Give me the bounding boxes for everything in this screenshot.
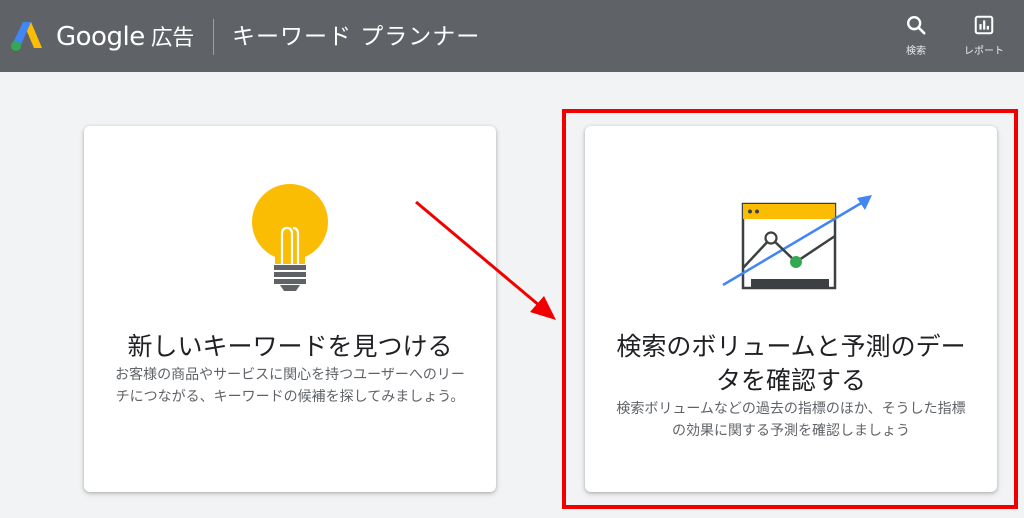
page-title: キーワード プランナー	[232, 24, 481, 50]
card-title: 新しいキーワードを見つける	[127, 332, 453, 361]
report-button[interactable]: レポート	[952, 14, 1016, 66]
top-app-bar: Google 広告 キーワード プランナー 検索 レポート	[0, 0, 1024, 72]
search-icon	[907, 16, 926, 35]
google-ads-logo-icon[interactable]	[10, 20, 44, 52]
report-icon	[974, 15, 994, 35]
search-button-label: 検索	[906, 46, 926, 57]
brand-google: Google	[56, 22, 145, 52]
card-description: お客様の商品やサービスに関心を持つユーザーへのリーチにつながる、キーワードの候補…	[115, 367, 465, 405]
brand-name: Google 広告	[56, 20, 194, 54]
annotation-highlight-box	[562, 109, 1018, 509]
search-button[interactable]: 検索	[884, 14, 948, 66]
brand-sub: 広告	[150, 26, 195, 51]
report-button-label: レポート	[964, 46, 1004, 57]
annotation-arrow-icon	[415, 200, 556, 320]
header-divider	[213, 19, 214, 55]
